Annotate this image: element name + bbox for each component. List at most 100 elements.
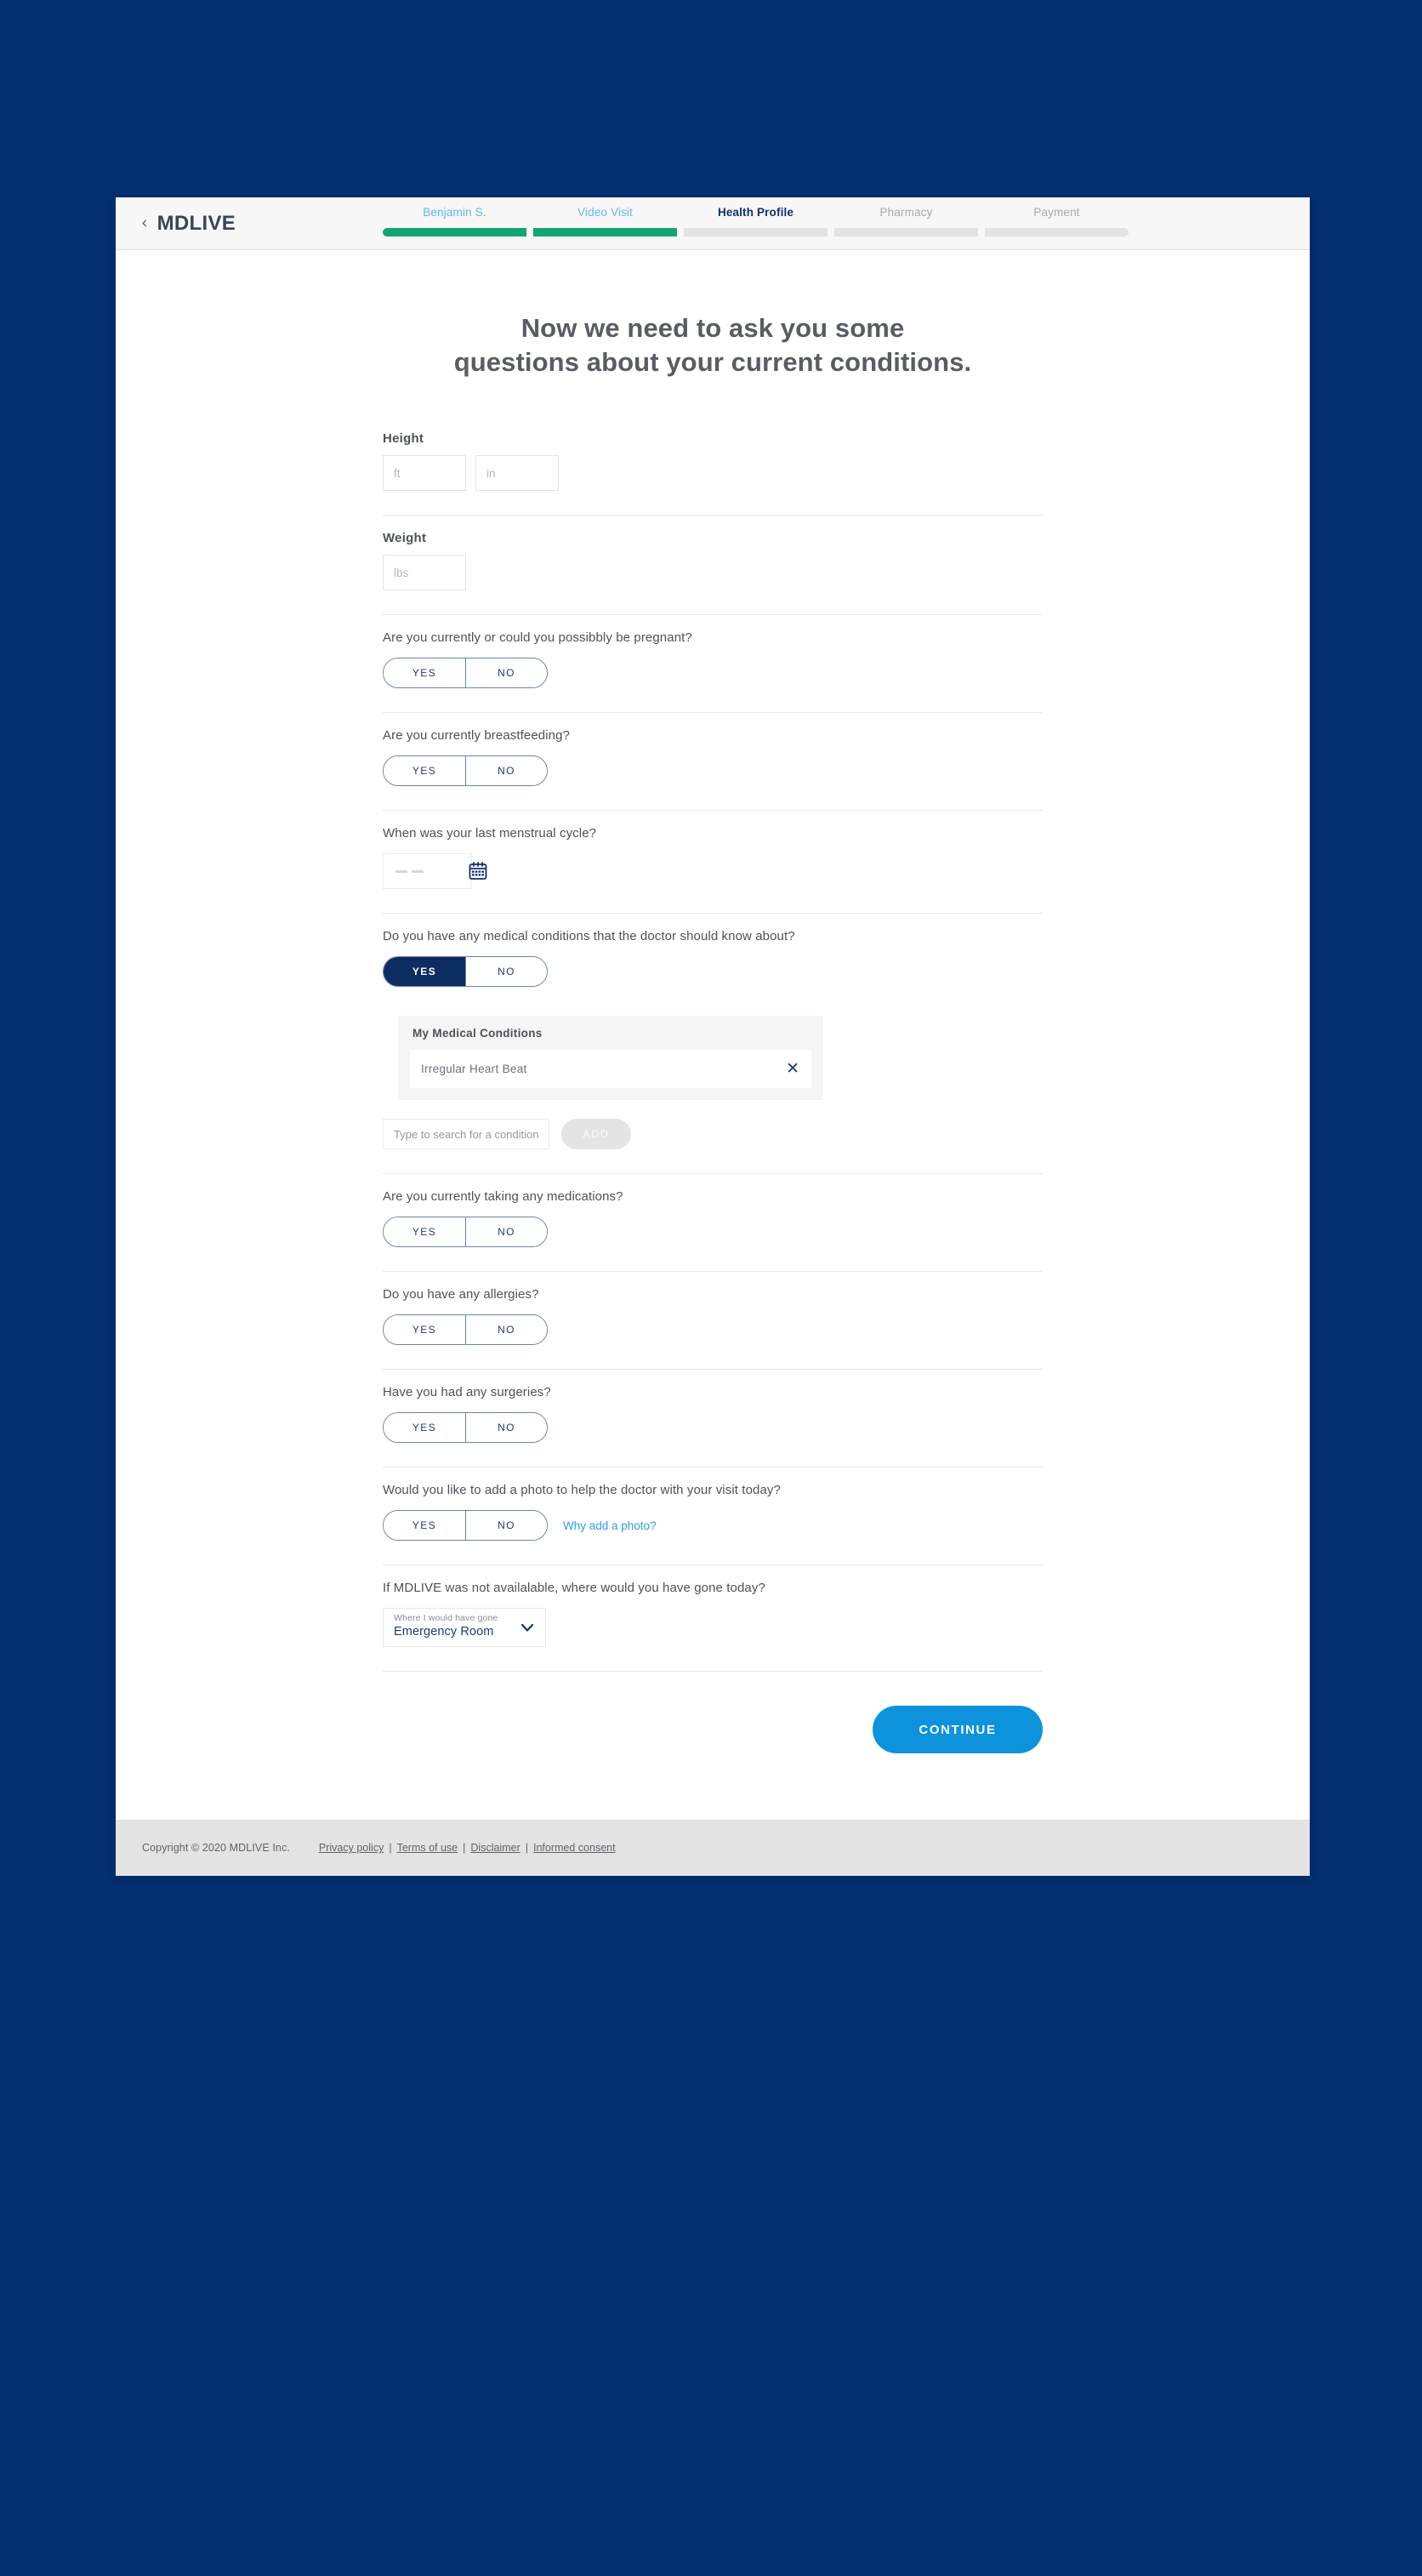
allergies-toggle: YES NO: [383, 1314, 548, 1346]
menstrual-date-wrap: [383, 853, 487, 890]
step-label: Payment: [1033, 206, 1080, 219]
step-progress-bar: [985, 228, 1129, 237]
progress-steps: Benjamin S. Video Visit Health Profile P…: [379, 197, 1132, 249]
step-progress-bar: [383, 228, 526, 237]
my-medical-conditions-panel: My Medical Conditions Irregular Heart Be…: [398, 1016, 823, 1101]
condition-name: Irregular Heart Beat: [421, 1063, 527, 1076]
allergies-block: Do you have any allergies? YES NO: [383, 1272, 1043, 1371]
weight-inputs: [383, 555, 1043, 591]
condition-list-item: Irregular Heart Beat ✕: [410, 1050, 811, 1089]
height-inputs: [383, 455, 1043, 492]
step-benjamin-s[interactable]: Benjamin S.: [379, 197, 530, 249]
breastfeeding-block: Are you currently breastfeeding? YES NO: [383, 713, 1043, 812]
medications-no-option[interactable]: NO: [465, 1217, 547, 1247]
pregnancy-no-option[interactable]: NO: [465, 658, 547, 688]
height-label: Height: [383, 431, 424, 447]
continue-button[interactable]: CONTINUE: [873, 1706, 1043, 1754]
step-health-profile[interactable]: Health Profile: [680, 197, 831, 249]
calendar-icon[interactable]: [468, 861, 488, 881]
app-card: ‹ MDLIVE Benjamin S. Video Visit Health …: [116, 197, 1310, 1877]
step-label: Health Profile: [717, 206, 794, 219]
brand-back-link[interactable]: ‹ MDLIVE: [141, 212, 236, 236]
chevron-left-icon[interactable]: ‹: [141, 215, 148, 231]
add-photo-question: Would you like to add a photo to help th…: [383, 1483, 781, 1498]
allergies-yes-option[interactable]: YES: [384, 1315, 465, 1345]
step-label: Video Visit: [577, 206, 633, 219]
footer-separator: |: [525, 1842, 528, 1855]
surgeries-yes-option[interactable]: YES: [384, 1413, 465, 1443]
app-footer: Copyright © 2020 MDLIVE Inc. Privacy pol…: [116, 1820, 1310, 1877]
page-title: Now we need to ask you some questions ab…: [373, 250, 1053, 379]
why-add-photo-link[interactable]: Why add a photo?: [563, 1519, 657, 1532]
alternative-care-select-value: Emergency Room: [394, 1625, 494, 1639]
alternative-care-select-caption: Where I would have gone: [394, 1613, 498, 1624]
pregnancy-question: Are you currently or could you possibbly…: [383, 630, 692, 646]
medical-conditions-toggle: YES NO: [383, 956, 548, 988]
medications-block: Are you currently taking any medications…: [383, 1174, 1043, 1273]
add-photo-row: YES NO Why add a photo?: [383, 1510, 1043, 1542]
add-condition-button[interactable]: ADD: [561, 1119, 631, 1150]
footer-separator: |: [463, 1842, 466, 1855]
add-photo-toggle: YES NO: [383, 1510, 548, 1542]
surgeries-question: Have you had any surgeries?: [383, 1385, 551, 1400]
alternative-care-block: If MDLIVE was not availalable, where wou…: [383, 1565, 1043, 1673]
page-title-line2: questions about your current conditions.: [453, 346, 972, 377]
footer-link-privacy-policy[interactable]: Privacy policy: [319, 1842, 384, 1854]
add-photo-block: Would you like to add a photo to help th…: [383, 1468, 1043, 1566]
pregnancy-block: Are you currently or could you possibbly…: [383, 615, 1043, 714]
step-progress-bar: [834, 228, 978, 237]
medications-yes-option[interactable]: YES: [384, 1217, 465, 1247]
medical-conditions-block: Do you have any medical conditions that …: [383, 914, 1043, 1175]
weight-label: Weight: [383, 531, 427, 546]
health-profile-form: Height Weight Are you currently or could: [383, 379, 1043, 1754]
footer-link-informed-consent[interactable]: Informed consent: [533, 1842, 616, 1854]
step-progress-bar: [684, 228, 828, 237]
pregnancy-yes-option[interactable]: YES: [384, 658, 465, 688]
medications-question: Are you currently taking any medications…: [383, 1189, 623, 1205]
step-label: Pharmacy: [879, 206, 933, 219]
my-medical-conditions-title: My Medical Conditions: [412, 1027, 543, 1040]
step-pharmacy[interactable]: Pharmacy: [831, 197, 981, 249]
alternative-care-question: If MDLIVE was not availalable, where wou…: [383, 1581, 765, 1596]
step-payment[interactable]: Payment: [981, 197, 1132, 249]
footer-link-terms-of-use[interactable]: Terms of use: [397, 1842, 458, 1854]
step-video-visit[interactable]: Video Visit: [530, 197, 680, 249]
surgeries-toggle: YES NO: [383, 1412, 548, 1444]
close-icon[interactable]: ✕: [786, 1061, 799, 1077]
step-progress-bar: [533, 228, 677, 237]
height-feet-input[interactable]: [383, 455, 466, 492]
medical-conditions-no-option[interactable]: NO: [465, 957, 547, 987]
condition-search-input[interactable]: [383, 1119, 549, 1150]
footer-separator: |: [389, 1842, 392, 1855]
add-photo-yes-option[interactable]: YES: [384, 1511, 465, 1541]
condition-search-row: ADD: [383, 1119, 1043, 1150]
alternative-care-select[interactable]: Where I would have gone Emergency Room: [383, 1608, 546, 1648]
footer-link-disclaimer[interactable]: Disclaimer: [470, 1842, 520, 1854]
chevron-down-icon[interactable]: [520, 1621, 534, 1632]
breastfeeding-question: Are you currently breastfeeding?: [383, 728, 570, 744]
height-inches-input[interactable]: [475, 455, 559, 492]
menstrual-cycle-question: When was your last menstrual cycle?: [383, 826, 597, 841]
add-photo-no-option[interactable]: NO: [465, 1511, 547, 1541]
menstrual-date-input[interactable]: [383, 853, 472, 890]
footer-links: Privacy policy | Terms of use | Disclaim…: [319, 1842, 616, 1854]
step-label: Benjamin S.: [423, 206, 486, 219]
medical-conditions-question: Do you have any medical conditions that …: [383, 929, 795, 944]
brand-logo-text: MDLIVE: [156, 211, 236, 235]
medications-toggle: YES NO: [383, 1217, 548, 1248]
app-header: ‹ MDLIVE Benjamin S. Video Visit Health …: [116, 197, 1310, 250]
date-placeholder-dashes: [395, 869, 424, 873]
medical-conditions-yes-option[interactable]: YES: [384, 957, 465, 987]
menstrual-cycle-block: When was your last menstrual cycle?: [383, 811, 1043, 915]
weight-lbs-input[interactable]: [383, 555, 466, 591]
page-title-line1: Now we need to ask you some: [520, 313, 905, 343]
surgeries-no-option[interactable]: NO: [465, 1413, 547, 1443]
allergies-no-option[interactable]: NO: [465, 1315, 547, 1345]
breastfeeding-toggle: YES NO: [383, 755, 548, 787]
continue-row: CONTINUE: [383, 1672, 1043, 1754]
page-body: Now we need to ask you some questions ab…: [116, 250, 1310, 1821]
height-block: Height: [383, 416, 1043, 516]
breastfeeding-yes-option[interactable]: YES: [384, 756, 465, 786]
pregnancy-toggle: YES NO: [383, 658, 548, 689]
breastfeeding-no-option[interactable]: NO: [465, 756, 547, 786]
